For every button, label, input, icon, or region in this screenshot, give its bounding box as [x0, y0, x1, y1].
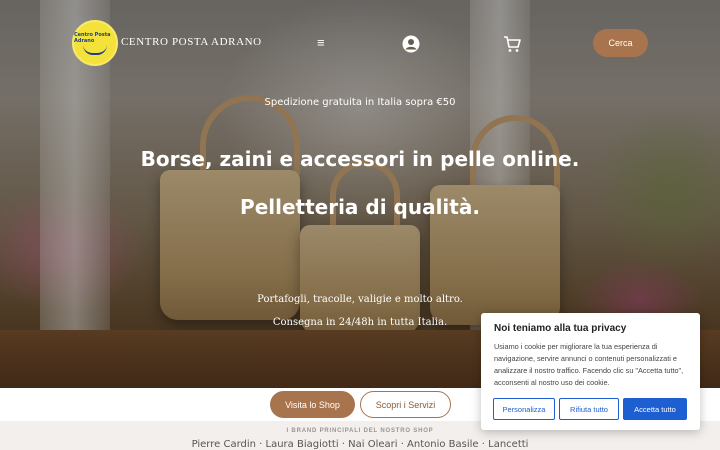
hero-subtitle: Portafogli, tracolle, valigie e molto al…: [257, 294, 463, 305]
cookie-text: Usiamo i cookie per migliorare la tua es…: [494, 342, 684, 387]
logo-text: Centro Posta Adrano: [74, 31, 111, 44]
discover-services-button[interactable]: Scopri i Servizi: [360, 391, 451, 418]
cookie-accept-button[interactable]: Accetta tutto: [623, 398, 687, 420]
search-button[interactable]: Cerca: [593, 29, 648, 57]
cart-icon[interactable]: [503, 35, 521, 53]
cookie-customize-button[interactable]: Personalizza: [493, 398, 555, 420]
hero-headline: Borse, zaini e accessori in pelle online…: [140, 147, 580, 171]
user-icon[interactable]: [402, 35, 420, 53]
logo-smile-icon: [83, 45, 107, 55]
menu-icon[interactable]: ≡: [317, 36, 325, 49]
visit-shop-button[interactable]: Visita lo Shop: [270, 391, 355, 418]
cookie-title: Noi teniamo alla tua privacy: [494, 323, 627, 334]
brands-list: Pierre Cardin · Laura Biagiotti · Nai Ol…: [191, 439, 529, 450]
cookie-reject-button[interactable]: Rifiuta tutto: [559, 398, 619, 420]
site-header: Centro Posta Adrano CENTRO POSTA ADRANO …: [0, 0, 720, 90]
cookie-banner: Noi teniamo alla tua privacy Usiamo i co…: [481, 313, 700, 430]
brand-name[interactable]: CENTRO POSTA ADRANO: [121, 36, 262, 48]
site-logo[interactable]: Centro Posta Adrano: [72, 20, 118, 66]
shipping-promo: Spedizione gratuita in Italia sopra €50: [264, 97, 456, 108]
hero-headline-secondary: Pelletteria di qualità.: [240, 195, 480, 219]
